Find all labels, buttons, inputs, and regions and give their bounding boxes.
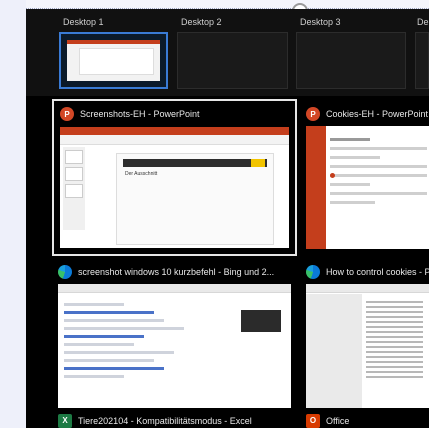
window-header: How to control cookies - Pe — [306, 262, 429, 282]
desktop-2-label: Desktop 2 — [181, 17, 222, 27]
window-preview — [306, 126, 429, 249]
window-title: Tiere202104 - Kompatibilitätsmodus - Exc… — [78, 415, 252, 426]
edge-icon — [58, 265, 72, 279]
edge-icon — [306, 265, 320, 279]
desktop-2-thumbnail[interactable] — [177, 32, 288, 89]
window-preview — [306, 284, 429, 408]
window-preview: Der Ausschnitt ✱ — [60, 127, 289, 248]
window-title: How to control cookies - Pe — [326, 267, 429, 277]
window-title: Office — [326, 415, 350, 426]
window-header: screenshot windows 10 kurzbefehl - Bing … — [58, 262, 291, 282]
bing-thumbnail — [241, 310, 281, 332]
window-excel[interactable]: X Tiere202104 - Kompatibilitätsmodus - E… — [58, 413, 252, 428]
desktop-1-label: Desktop 1 — [63, 17, 104, 27]
window-cookies-edge[interactable]: How to control cookies - Pe — [306, 262, 429, 408]
desktop-4-label: De — [417, 17, 429, 27]
left-edge-strip — [0, 0, 26, 428]
desktop-1-thumbnail[interactable] — [59, 32, 168, 89]
desktop-3-label: Desktop 3 — [300, 17, 341, 27]
window-title: screenshot windows 10 kurzbefehl - Bing … — [78, 267, 275, 277]
top-drag-band — [26, 0, 429, 9]
slide-subtitle: Der Ausschnitt — [125, 171, 158, 177]
slide-thumbnails — [63, 147, 85, 230]
powerpoint-icon: P — [306, 107, 320, 121]
slide-canvas: Der Ausschnitt — [116, 153, 274, 245]
window-header: P Screenshots-EH - PowerPoint — [60, 104, 295, 124]
window-header: P Cookies-EH - PowerPoint — [306, 104, 429, 124]
desktop-1-preview — [67, 40, 160, 81]
window-cookies-powerpoint[interactable]: P Cookies-EH - PowerPoint — [306, 104, 429, 249]
window-preview — [58, 284, 291, 408]
window-title: Screenshots-EH - PowerPoint — [80, 109, 200, 119]
powerpoint-icon: P — [60, 107, 74, 121]
desktop-4-thumbnail[interactable] — [415, 32, 429, 89]
window-office[interactable]: O Office — [306, 413, 349, 428]
excel-icon: X — [58, 413, 72, 428]
window-bing-edge[interactable]: screenshot windows 10 kurzbefehl - Bing … — [58, 262, 291, 408]
window-screenshots-powerpoint[interactable]: P Screenshots-EH - PowerPoint Der Aussch… — [52, 99, 297, 256]
window-title: Cookies-EH - PowerPoint — [326, 109, 429, 119]
desktop-3-thumbnail[interactable] — [296, 32, 406, 89]
office-icon: O — [306, 413, 320, 428]
